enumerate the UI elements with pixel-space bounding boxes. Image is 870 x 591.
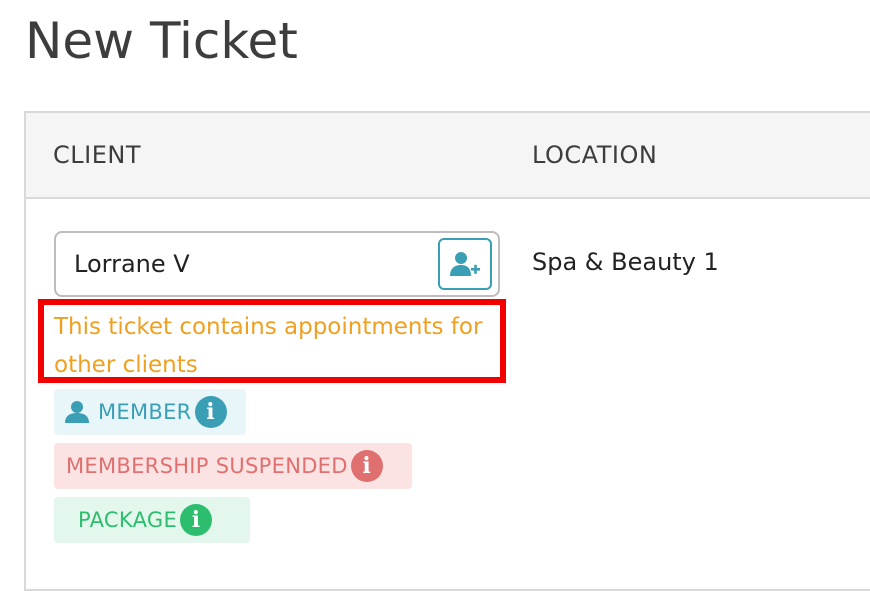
location-value: Spa & Beauty 1	[532, 248, 719, 276]
membership-suspended-label: MEMBERSHIP SUSPENDED	[66, 454, 348, 478]
package-badge: PACKAGE i	[54, 497, 250, 543]
other-clients-warning: This ticket contains appointments for ot…	[54, 314, 483, 378]
user-icon	[64, 400, 90, 424]
package-badge-label: PACKAGE	[78, 508, 178, 532]
client-field-value[interactable]: Lorrane V	[74, 250, 190, 278]
membership-suspended-badge: MEMBERSHIP SUSPENDED i	[54, 443, 412, 489]
add-user-icon	[450, 252, 480, 276]
page-title: New Ticket	[25, 12, 298, 70]
client-field[interactable]: Lorrane V	[54, 231, 500, 297]
member-badge: MEMBER i	[54, 389, 246, 435]
warning-highlight: This ticket contains appointments for ot…	[38, 299, 506, 383]
table-header: CLIENT LOCATION	[26, 113, 870, 199]
location-column-header: LOCATION	[532, 141, 658, 169]
member-info-icon[interactable]: i	[194, 396, 227, 428]
add-client-button[interactable]	[438, 238, 492, 290]
suspended-info-icon[interactable]: i	[350, 450, 383, 482]
ticket-card: CLIENT LOCATION Lorrane V Spa & Beauty 1…	[24, 111, 870, 591]
package-info-icon[interactable]: i	[180, 504, 213, 536]
client-column-header: CLIENT	[53, 141, 141, 169]
member-badge-label: MEMBER	[98, 400, 192, 424]
